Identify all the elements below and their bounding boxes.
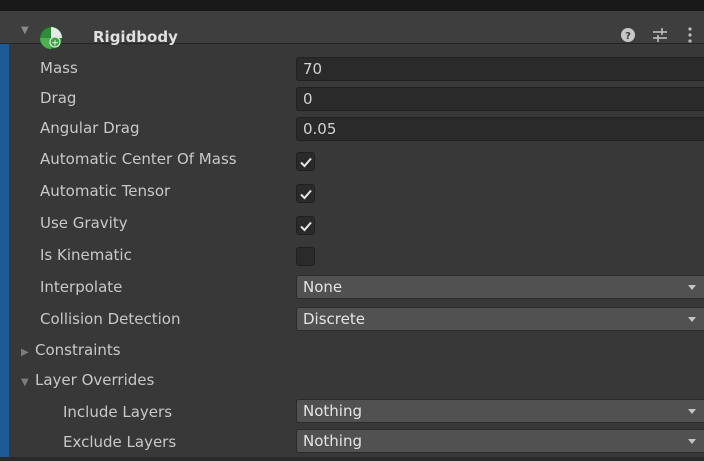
automatic-center-of-mass-checkbox[interactable] bbox=[296, 152, 315, 171]
selection-accent-bar bbox=[0, 44, 9, 461]
component-foldout-arrow-icon[interactable]: ▼ bbox=[21, 25, 29, 36]
top-border bbox=[0, 0, 704, 11]
dropdown-caret-icon bbox=[688, 409, 696, 414]
is-kinematic-label: Is Kinematic bbox=[40, 246, 132, 264]
layer-overrides-foldout[interactable]: ▼ Layer Overrides bbox=[21, 371, 154, 389]
checkmark-icon bbox=[300, 157, 312, 168]
component-header[interactable]: ▼ + Rigidbody ? bbox=[0, 11, 704, 50]
automatic-tensor-checkbox[interactable] bbox=[296, 184, 315, 203]
presets-icon[interactable] bbox=[650, 25, 670, 45]
exclude-layers-dropdown[interactable]: Nothing bbox=[296, 429, 704, 453]
layer-overrides-label: Layer Overrides bbox=[35, 371, 155, 389]
rigidbody-component-icon: + bbox=[39, 26, 63, 50]
automatic-center-of-mass-label: Automatic Center Of Mass bbox=[40, 150, 237, 168]
angular-drag-label: Angular Drag bbox=[40, 119, 140, 137]
interpolate-dropdown[interactable]: None bbox=[296, 275, 704, 299]
svg-text:+: + bbox=[51, 39, 59, 49]
checkmark-icon bbox=[300, 189, 312, 200]
collision-detection-dropdown[interactable]: Discrete bbox=[296, 307, 704, 331]
drag-label: Drag bbox=[40, 89, 77, 107]
include-layers-value: Nothing bbox=[303, 402, 362, 420]
exclude-layers-value: Nothing bbox=[303, 432, 362, 450]
is-kinematic-checkbox[interactable] bbox=[296, 247, 315, 266]
collision-detection-value: Discrete bbox=[303, 310, 365, 328]
interpolate-value: None bbox=[303, 278, 343, 296]
include-layers-dropdown[interactable]: Nothing bbox=[296, 399, 704, 423]
collision-detection-label: Collision Detection bbox=[40, 310, 181, 328]
dropdown-caret-icon bbox=[688, 285, 696, 290]
interpolate-label: Interpolate bbox=[40, 278, 123, 296]
constraints-foldout[interactable]: ▶ Constraints bbox=[21, 341, 121, 359]
angular-drag-field[interactable]: 0.05 bbox=[296, 117, 704, 141]
expanded-arrow-icon: ▼ bbox=[21, 377, 29, 388]
bottom-border bbox=[0, 457, 704, 461]
component-title: Rigidbody bbox=[93, 28, 178, 46]
constraints-label: Constraints bbox=[35, 341, 121, 359]
svg-text:?: ? bbox=[625, 31, 631, 42]
include-layers-label: Include Layers bbox=[63, 403, 173, 421]
collapsed-arrow-icon: ▶ bbox=[21, 347, 29, 358]
use-gravity-label: Use Gravity bbox=[40, 214, 128, 232]
drag-field[interactable]: 0 bbox=[296, 87, 704, 111]
checkmark-icon bbox=[300, 221, 312, 232]
help-icon[interactable]: ? bbox=[618, 25, 638, 45]
use-gravity-checkbox[interactable] bbox=[296, 216, 315, 235]
dropdown-caret-icon bbox=[688, 439, 696, 444]
exclude-layers-label: Exclude Layers bbox=[63, 433, 177, 451]
mass-label: Mass bbox=[40, 59, 78, 77]
kebab-menu-icon[interactable] bbox=[680, 25, 700, 45]
dropdown-caret-icon bbox=[688, 317, 696, 322]
automatic-tensor-label: Automatic Tensor bbox=[40, 182, 171, 200]
mass-field[interactable]: 70 bbox=[296, 57, 704, 81]
